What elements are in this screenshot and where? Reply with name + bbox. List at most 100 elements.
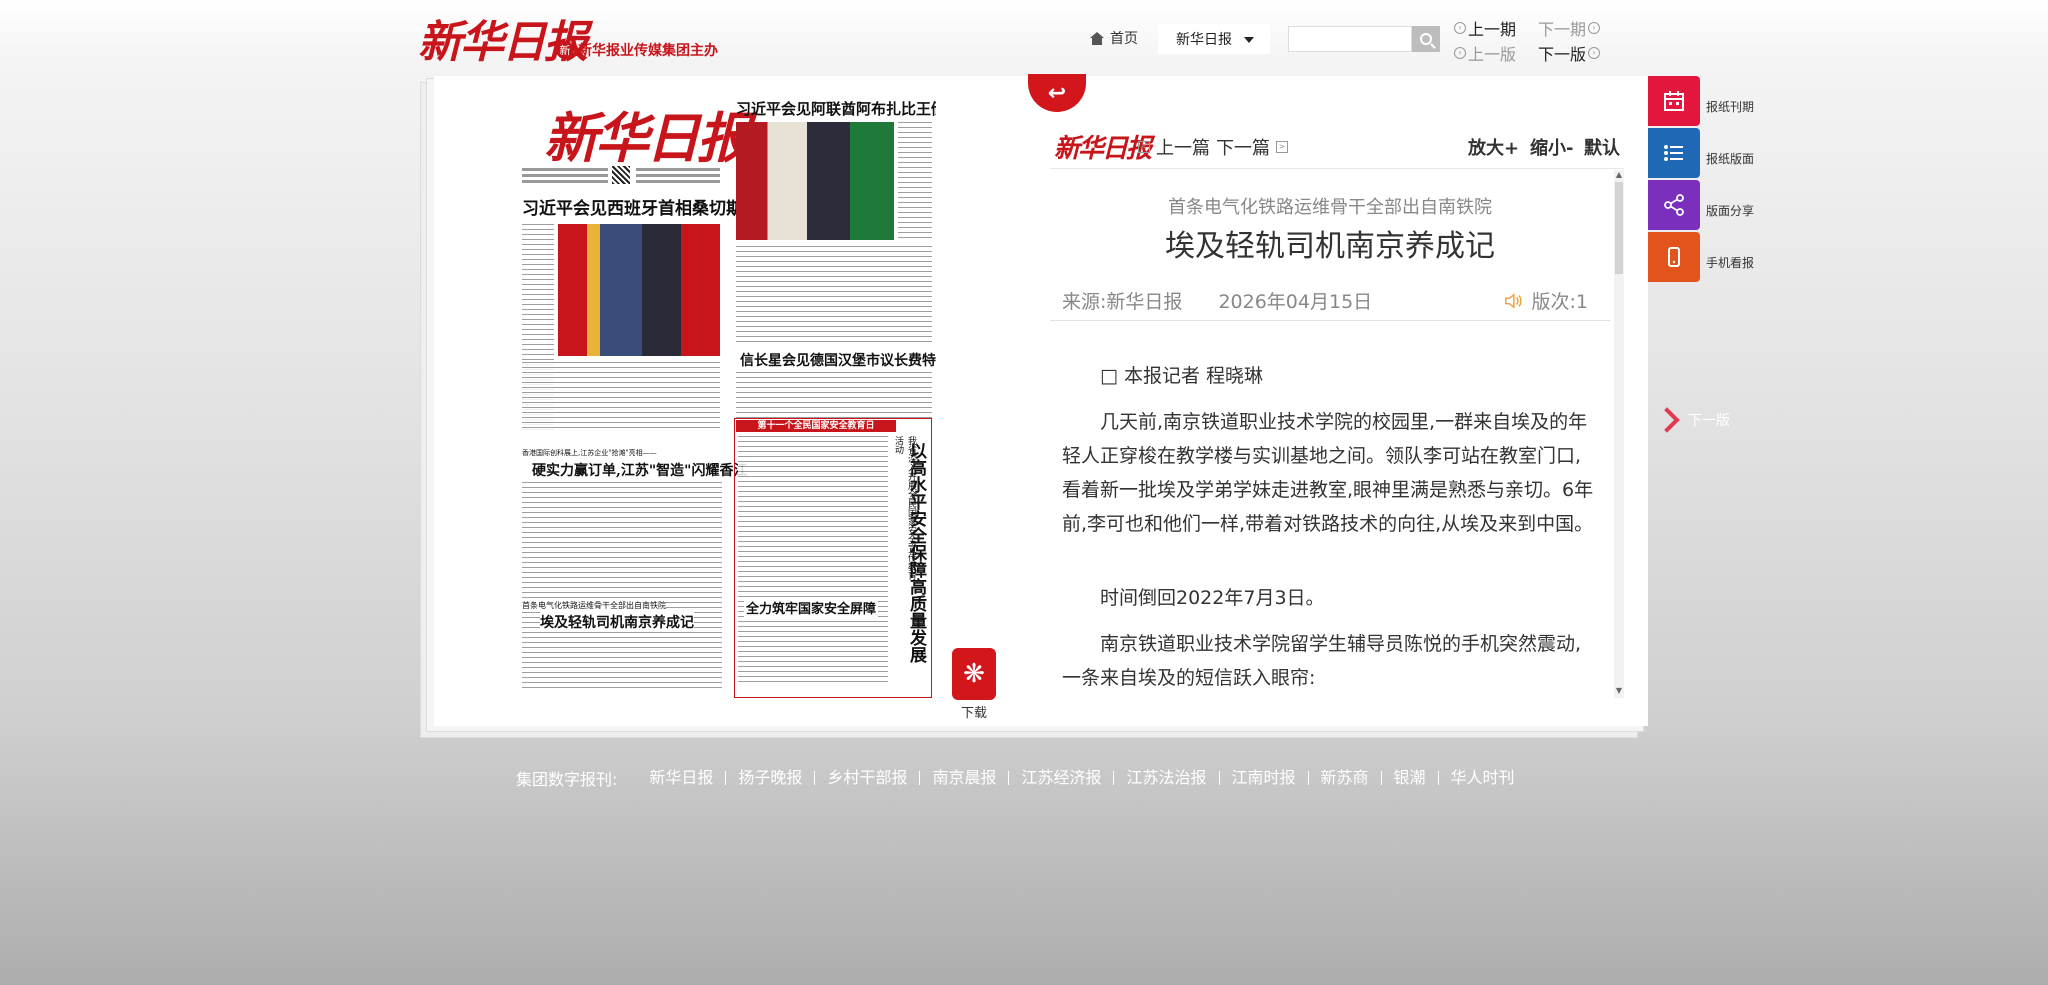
headline-article[interactable]: 全力筑牢国家安全屏障 [744, 598, 879, 617]
download-pdf-button[interactable]: ❋ [952, 648, 996, 700]
scrollbar-thumb[interactable] [1615, 182, 1623, 274]
article-paragraph: 南京铁道职业技术学院留学生辅导员陈悦的手机突然震动,一条来自埃及的短信跃入眼帘: [1062, 633, 1582, 689]
home-label: 首页 [1110, 31, 1138, 47]
article-nav: < 上一篇 下一篇 > [1138, 134, 1288, 160]
next-issue-label: 下一期 [1538, 20, 1587, 39]
chevron-down-icon [1244, 37, 1254, 43]
chevron-right-icon: > [1276, 141, 1288, 153]
headline-article[interactable]: 习近平会见阿联酋阿布扎比王储哈立德 [736, 98, 936, 119]
next-edition-link[interactable]: 下一版 › [1538, 41, 1601, 65]
headline-article[interactable]: 硬实力赢订单,江苏"智造"闪耀香江 [532, 460, 747, 480]
pdf-icon: ❋ [963, 659, 985, 689]
article-date: 2026年04月15日 [1218, 291, 1373, 313]
masthead-meta [636, 168, 720, 188]
chevron-left-icon: < [1138, 141, 1150, 153]
chevron-left-icon: ‹ [1454, 22, 1466, 34]
tab-page-list[interactable] [1648, 128, 1700, 178]
download-label: 下载 [960, 706, 987, 721]
footer-link[interactable]: 新苏商 [1307, 770, 1381, 786]
headline-article[interactable]: 埃及轻轨司机南京养成记 [540, 612, 694, 632]
article-title: 埃及轻轨司机南京养成记 [1165, 229, 1495, 264]
footer-link[interactable]: 南京晨报 [919, 770, 1008, 786]
newspaper-logo: 新华日报 [544, 106, 751, 170]
tab-label[interactable]: 报纸版面 [1706, 150, 1754, 167]
text-column [898, 122, 932, 240]
paper-select-value: 新华日报 [1176, 32, 1232, 48]
paper-select[interactable]: 新华日报 [1158, 24, 1270, 54]
search-button[interactable] [1412, 26, 1440, 52]
chevron-right-icon: › [1588, 22, 1601, 34]
headline-article[interactable]: 习近平会见西班牙首相桑切斯 [522, 194, 743, 219]
next-edition-label: 下一版 [1538, 45, 1587, 64]
footer-link[interactable]: 华人时刊 [1437, 770, 1527, 786]
sponsor-tagline: 新 新华报业传媒集团主办 [556, 40, 718, 60]
article-paragraph: 时间倒回2022年7月3日。 [1100, 587, 1325, 609]
text-column [522, 482, 722, 688]
prev-article-link[interactable]: 上一篇 [1156, 134, 1210, 160]
zoom-default-button[interactable]: 默认 [1584, 134, 1620, 160]
share-icon [1664, 194, 1684, 216]
text-column [522, 362, 720, 432]
kicker: 香港国际创科展上,江苏企业"抢滩"亮相—— [522, 449, 657, 457]
zoom-in-button[interactable]: 放大+ [1468, 134, 1519, 160]
search-input[interactable] [1288, 26, 1412, 52]
text-column [736, 372, 932, 418]
article-content[interactable]: 首条电气化铁路运维骨干全部出自南铁院 埃及轻轨司机南京养成记 来源:新华日报 2… [1050, 168, 1624, 698]
home-icon [1090, 31, 1104, 45]
site-logo[interactable]: 新华日报 [418, 6, 588, 70]
tab-issue-calendar[interactable] [1648, 76, 1700, 126]
footer-link[interactable]: 扬子晚报 [725, 770, 814, 786]
footer-link[interactable]: 江苏经济报 [1008, 770, 1113, 786]
tab-label[interactable]: 报纸刊期 [1706, 98, 1754, 115]
next-edition-side-button[interactable]: 下一版 [1654, 407, 1730, 433]
zoom-out-button[interactable]: 缩小- [1530, 134, 1573, 160]
tab-share[interactable] [1648, 180, 1700, 230]
article-subhead: 首条电气化铁路运维骨干全部出自南铁院 [1168, 197, 1492, 218]
chevron-left-icon: ‹ [1454, 47, 1466, 59]
home-link[interactable]: 首页 [1090, 28, 1138, 48]
footer-link[interactable]: 银潮 [1380, 770, 1438, 786]
footer-link[interactable]: 新华日报 [649, 770, 725, 786]
headline-article[interactable]: 信长星会见德国汉堡市议长费特 [740, 350, 936, 370]
text-column [738, 436, 888, 686]
kicker: 首条电气化铁路运维骨干全部出自南铁院 [522, 600, 666, 611]
calendar-icon [1664, 91, 1684, 111]
footer-link[interactable]: 江南时报 [1218, 770, 1308, 786]
prev-issue-link[interactable]: ‹ 上一期 [1454, 16, 1516, 40]
next-article-link[interactable]: 下一篇 [1216, 134, 1270, 160]
prev-edition-link[interactable]: ‹ 上一版 [1454, 41, 1516, 65]
scroll-up-icon[interactable]: ▲ [1614, 170, 1624, 179]
search-icon [1420, 33, 1432, 45]
phone-icon [1668, 247, 1680, 267]
tab-mobile[interactable] [1648, 232, 1700, 282]
newspaper-page[interactable]: 新华日报 习近平会见西班牙首相桑切斯 习近平会见阿联酋阿布扎比王储哈立德 信长星… [518, 90, 936, 715]
news-photo[interactable] [736, 122, 894, 240]
article-byline: □ 本报记者 程晓琳 [1100, 365, 1264, 387]
footer-link[interactable]: 乡村干部报 [814, 770, 919, 786]
scroll-down-icon[interactable]: ▼ [1614, 686, 1624, 695]
next-edition-side-label: 下一版 [1688, 413, 1730, 429]
masthead-meta [522, 168, 608, 188]
headline-article[interactable]: 以高水平安全保障高质量发展 [904, 442, 929, 682]
article-meta: 来源:新华日报 2026年04月15日 版次:1 [1062, 287, 1602, 314]
article-source: 来源:新华日报 [1062, 291, 1183, 313]
text-column [736, 246, 932, 346]
sponsor-text: 新华报业传媒集团主办 [578, 43, 718, 59]
section-banner: 第十一个全民国家安全教育日 [736, 420, 896, 432]
footer-label: 集团数字报刊: [516, 770, 618, 789]
divider [1050, 320, 1610, 321]
chevron-right-icon [1654, 407, 1680, 433]
speaker-icon[interactable] [1504, 292, 1522, 310]
prev-edition-label: 上一版 [1468, 45, 1517, 64]
qr-code [612, 166, 630, 184]
return-arrow-icon: ↩ [1047, 80, 1067, 106]
prev-issue-label: 上一期 [1468, 20, 1517, 39]
tab-label[interactable]: 手机看报 [1706, 254, 1754, 271]
tab-label[interactable]: 版面分享 [1706, 202, 1754, 219]
chevron-right-icon: › [1588, 47, 1601, 59]
article-edition: 版次:1 [1531, 291, 1589, 313]
news-photo[interactable] [558, 224, 720, 356]
list-icon [1664, 145, 1683, 161]
next-issue-link[interactable]: 下一期 › [1538, 16, 1601, 40]
footer-link[interactable]: 江苏法治报 [1113, 770, 1218, 786]
